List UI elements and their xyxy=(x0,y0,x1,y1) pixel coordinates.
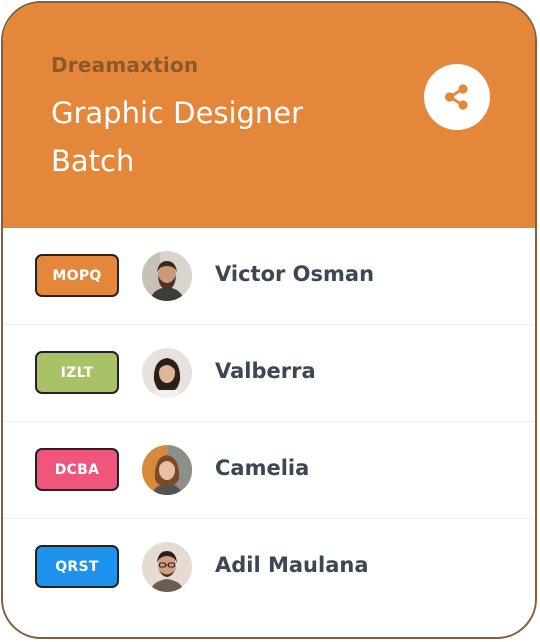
member-code-badge: IZLT xyxy=(35,351,119,394)
avatar-victor xyxy=(142,251,192,301)
member-row[interactable]: IZLT Valberra xyxy=(3,325,535,422)
member-name: Adil Maulana xyxy=(215,553,369,577)
avatar-valberra xyxy=(142,348,192,398)
member-row[interactable]: MOPQ Victor Osman xyxy=(3,228,535,325)
avatar-adil xyxy=(142,542,192,592)
card-header: Dreamaxtion Graphic Designer Batch xyxy=(3,3,535,228)
member-name: Victor Osman xyxy=(215,262,375,286)
share-button[interactable] xyxy=(424,64,490,130)
member-name: Camelia xyxy=(215,456,310,480)
brand-name: Dreamaxtion xyxy=(51,53,199,77)
member-code-badge: MOPQ xyxy=(35,254,119,297)
member-code-badge: DCBA xyxy=(35,448,119,491)
batch-title: Graphic Designer Batch xyxy=(51,96,304,178)
batch-card: Dreamaxtion Graphic Designer Batch MOPQ xyxy=(1,1,537,639)
member-row[interactable]: DCBA Camelia xyxy=(3,422,535,519)
member-name: Valberra xyxy=(215,359,316,383)
member-code-badge: QRST xyxy=(35,545,119,588)
avatar-camelia xyxy=(142,445,192,495)
share-icon xyxy=(444,84,468,110)
member-row[interactable]: QRST Adil Maulana xyxy=(3,519,535,616)
member-list: MOPQ Victor Osman IZLT Valberra DCBA Cam… xyxy=(3,228,535,616)
